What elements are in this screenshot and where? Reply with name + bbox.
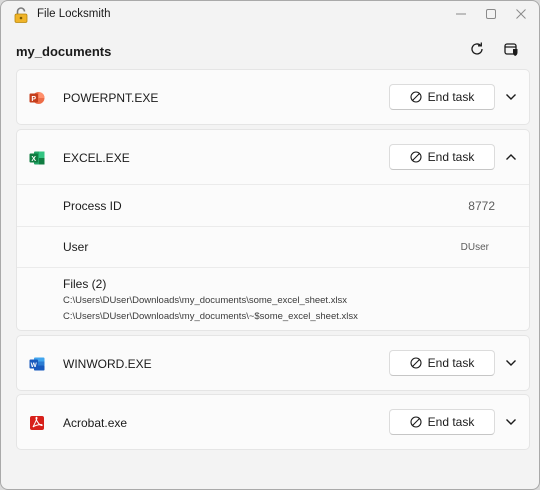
block-icon bbox=[410, 91, 422, 103]
chevron-down-icon[interactable] bbox=[503, 89, 519, 105]
chevron-down-icon[interactable] bbox=[503, 414, 519, 430]
files-row: Files (2) C:\Users\DUser\Downloads\my_do… bbox=[17, 267, 529, 331]
process-card: P POWERPNT.EXE End task bbox=[16, 69, 530, 125]
end-task-label: End task bbox=[427, 356, 475, 370]
process-header[interactable]: X EXCEL.EXE End task bbox=[17, 130, 529, 186]
files-label: Files (2) bbox=[63, 277, 107, 291]
end-task-button[interactable]: End task bbox=[389, 350, 495, 376]
file-path: C:\Users\DUser\Downloads\my_documents\so… bbox=[63, 295, 348, 306]
process-id-row: Process ID 8772 bbox=[17, 184, 529, 226]
process-name: WINWORD.EXE bbox=[63, 357, 152, 371]
minimize-button[interactable] bbox=[445, 3, 477, 25]
close-icon bbox=[516, 9, 526, 19]
close-button[interactable] bbox=[505, 3, 537, 25]
user-value: DUser bbox=[460, 242, 489, 253]
user-row: User DUser bbox=[17, 226, 529, 268]
run-as-admin-icon bbox=[504, 43, 518, 56]
refresh-button[interactable] bbox=[463, 37, 491, 61]
block-icon bbox=[410, 151, 422, 163]
lock-icon bbox=[14, 7, 28, 23]
process-header[interactable]: P POWERPNT.EXE End task bbox=[17, 70, 529, 126]
process-id-value: 8772 bbox=[468, 199, 495, 213]
process-card: Acrobat.exe End task bbox=[16, 394, 530, 450]
acrobat-icon bbox=[29, 415, 45, 431]
process-card: W WINWORD.EXE End task bbox=[16, 335, 530, 391]
maximize-icon bbox=[486, 9, 496, 19]
svg-text:W: W bbox=[31, 362, 38, 369]
process-id-label: Process ID bbox=[63, 199, 122, 213]
process-card: X EXCEL.EXE End task Process ID 8772 Use… bbox=[16, 129, 530, 331]
chevron-up-icon[interactable] bbox=[503, 149, 519, 165]
block-icon bbox=[410, 357, 422, 369]
file-locksmith-window: File Locksmith my_documents P POWERPNT.E… bbox=[0, 0, 540, 490]
process-name: EXCEL.EXE bbox=[63, 151, 130, 165]
maximize-button[interactable] bbox=[475, 3, 507, 25]
word-icon: W bbox=[29, 356, 45, 372]
block-icon bbox=[410, 416, 422, 428]
end-task-label: End task bbox=[427, 90, 475, 104]
svg-text:X: X bbox=[31, 156, 36, 163]
end-task-label: End task bbox=[427, 150, 475, 164]
title-bar: File Locksmith bbox=[1, 1, 539, 29]
excel-icon: X bbox=[29, 150, 45, 166]
powerpoint-icon: P bbox=[29, 90, 45, 106]
file-path: C:\Users\DUser\Downloads\my_documents\~$… bbox=[63, 311, 358, 322]
run-as-admin-button[interactable] bbox=[497, 37, 525, 61]
process-name: Acrobat.exe bbox=[63, 416, 128, 430]
user-label: User bbox=[63, 240, 89, 254]
window-title: File Locksmith bbox=[37, 8, 111, 20]
end-task-button[interactable]: End task bbox=[389, 84, 495, 110]
process-header[interactable]: Acrobat.exe End task bbox=[17, 395, 529, 451]
end-task-button[interactable]: End task bbox=[389, 144, 495, 170]
end-task-button[interactable]: End task bbox=[389, 409, 495, 435]
process-header[interactable]: W WINWORD.EXE End task bbox=[17, 336, 529, 392]
chevron-down-icon[interactable] bbox=[503, 355, 519, 371]
folder-title: my_documents bbox=[16, 44, 112, 59]
end-task-label: End task bbox=[427, 415, 475, 429]
minimize-icon bbox=[456, 13, 466, 15]
process-name: POWERPNT.EXE bbox=[63, 91, 159, 105]
refresh-icon bbox=[471, 42, 483, 55]
svg-text:P: P bbox=[31, 96, 36, 103]
